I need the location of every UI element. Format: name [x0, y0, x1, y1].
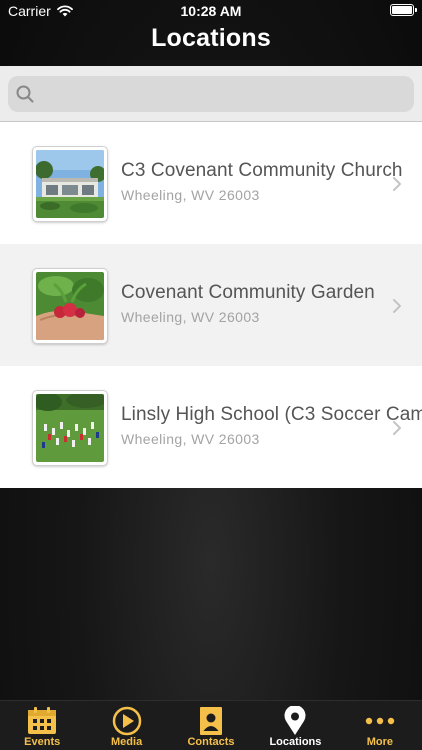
tab-media[interactable]: Media — [84, 701, 168, 750]
search-bar — [0, 66, 422, 122]
location-thumbnail — [33, 391, 107, 465]
map-pin-icon — [284, 706, 306, 735]
tab-label: Media — [111, 736, 143, 748]
location-thumbnail — [33, 269, 107, 343]
tab-label: Events — [24, 736, 61, 748]
location-address: Wheeling, WV 26003 — [121, 187, 260, 203]
chevron-right-icon — [393, 177, 401, 191]
app-screen: Carrier 10:28 AM Locations C3 Covenant C… — [0, 0, 422, 750]
location-name: C3 Covenant Community Church — [121, 160, 403, 181]
soccer-camp-photo — [36, 394, 104, 462]
tab-more[interactable]: More — [338, 701, 422, 750]
tab-label: Contacts — [187, 736, 235, 748]
play-icon — [112, 706, 141, 736]
search-input[interactable] — [8, 76, 414, 112]
location-name: Covenant Community Garden — [121, 282, 375, 303]
locations-list: C3 Covenant Community Church Wheeling, W… — [0, 122, 422, 488]
tab-label: More — [366, 736, 393, 748]
battery-icon — [390, 4, 417, 16]
calendar-icon — [28, 707, 57, 734]
tab-locations[interactable]: Locations — [253, 701, 337, 750]
location-name: Linsly High School (C3 Soccer Camp) — [121, 404, 422, 425]
chevron-right-icon — [393, 421, 401, 435]
tab-events[interactable]: Events — [0, 701, 84, 750]
location-address: Wheeling, WV 26003 — [121, 431, 260, 447]
tab-label: Locations — [269, 736, 322, 748]
location-row[interactable]: Linsly High School (C3 Soccer Camp) Whee… — [0, 366, 422, 488]
more-dots-icon — [365, 717, 395, 725]
location-thumbnail — [33, 147, 107, 221]
tab-contacts[interactable]: Contacts — [169, 701, 253, 750]
location-row[interactable]: C3 Covenant Community Church Wheeling, W… — [0, 122, 422, 244]
contact-card-icon — [200, 707, 223, 735]
tab-bar: Events Media Contacts Locations More — [0, 700, 422, 750]
location-address: Wheeling, WV 26003 — [121, 309, 260, 325]
status-time: 10:28 AM — [180, 3, 242, 19]
location-row[interactable]: Covenant Community Garden Wheeling, WV 2… — [0, 244, 422, 366]
chevron-right-icon — [393, 299, 401, 313]
status-bar: Carrier 10:28 AM — [0, 0, 422, 22]
page-title: Locations — [151, 24, 271, 52]
church-building-photo — [36, 150, 104, 218]
search-icon — [16, 85, 34, 103]
radish-harvest-photo — [36, 272, 104, 340]
